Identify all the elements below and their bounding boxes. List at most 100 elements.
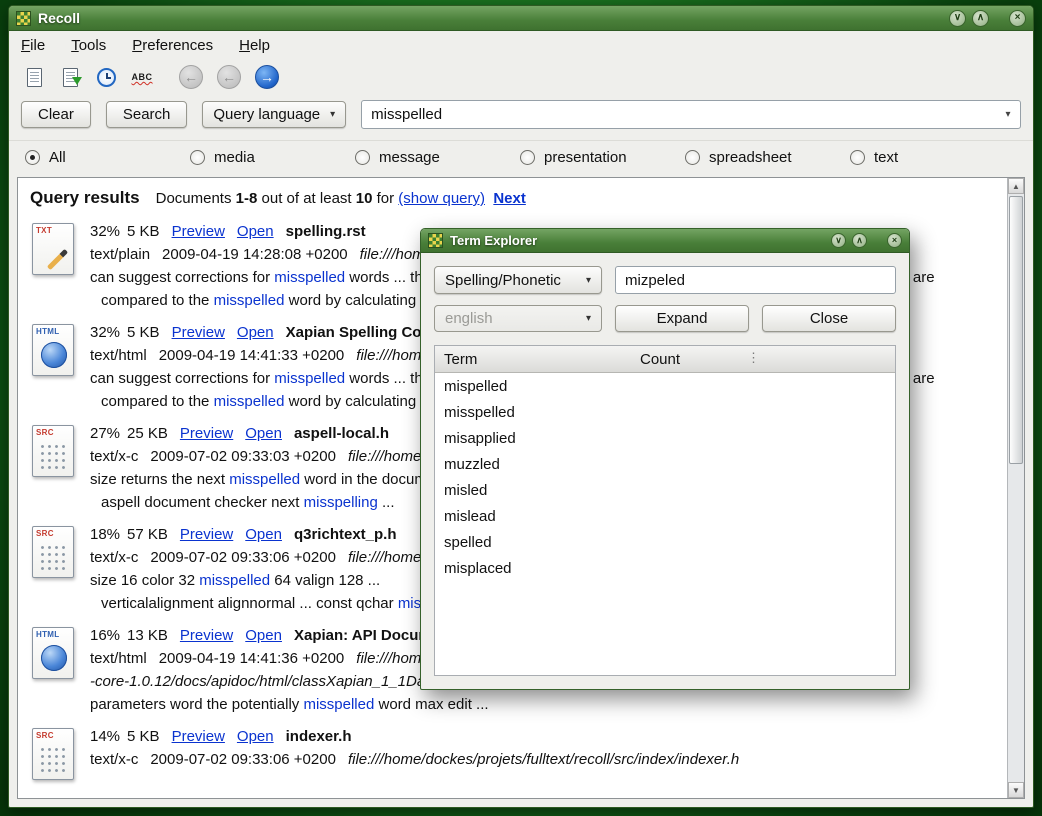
close-dialog-button[interactable]: Close (762, 305, 896, 332)
expand-button[interactable]: Expand (615, 305, 749, 332)
results-title: Query results (30, 188, 140, 208)
language-value: english (445, 310, 493, 327)
search-button[interactable]: Search (106, 101, 188, 128)
clear-button[interactable]: Clear (21, 101, 91, 128)
mime-type: text/x-c (90, 751, 138, 768)
term-explorer-input[interactable] (615, 266, 896, 294)
results-scrollbar[interactable]: ▲ ▼ (1007, 178, 1024, 798)
scrollbar-thumb[interactable] (1009, 196, 1023, 464)
shade-button[interactable]: ∨ (949, 10, 966, 27)
term-match-type-value: Spelling/Phonetic (445, 272, 561, 289)
filter-radio[interactable]: presentation (520, 149, 685, 166)
term-match-type-select[interactable]: Spelling/Phonetic ▾ (434, 266, 602, 294)
next-page-button[interactable]: → (255, 65, 279, 89)
spellcheck-button[interactable]: ABC (127, 63, 157, 91)
close-button[interactable]: × (1009, 10, 1026, 27)
maximize-button[interactable]: ∧ (972, 10, 989, 27)
filter-label: spreadsheet (709, 149, 792, 166)
summary-total: 10 (356, 190, 373, 207)
file-size: 5 KB (127, 223, 160, 240)
header-handle-icon: ⋮ (747, 350, 760, 366)
preview-link[interactable]: Preview (172, 223, 225, 240)
term-row[interactable]: muzzled (435, 451, 895, 477)
count-column-header[interactable]: Count (640, 351, 895, 368)
chevron-down-icon[interactable]: ▾ (996, 109, 1020, 120)
relevance-percent: 18% (90, 526, 120, 543)
show-query-link[interactable]: (show query) (398, 190, 485, 207)
result-date: 2009-04-19 14:28:08 +0200 (162, 246, 348, 263)
relevance-percent: 27% (90, 425, 120, 442)
term-row[interactable]: mislead (435, 503, 895, 529)
term-cell: misled (435, 482, 640, 499)
open-link[interactable]: Open (245, 425, 282, 442)
scroll-down-button[interactable]: ▼ (1008, 782, 1024, 798)
query-language-select[interactable]: Query language ▾ (202, 101, 346, 128)
document-type-icon (32, 223, 74, 275)
filter-radio[interactable]: text (850, 149, 1015, 166)
search-query-combobox[interactable]: ▾ (361, 100, 1021, 129)
preview-link[interactable]: Preview (180, 526, 233, 543)
filter-label: media (214, 149, 255, 166)
document-type-icon (32, 526, 74, 578)
recoll-app-icon (16, 11, 31, 26)
dialog-titlebar[interactable]: Term Explorer ∨ ∧ × (421, 229, 909, 253)
menu-help[interactable]: Help (239, 37, 270, 54)
term-cell: misplaced (435, 560, 640, 577)
window-titlebar[interactable]: Recoll ∨ ∧ × (9, 6, 1033, 31)
preview-link[interactable]: Preview (180, 627, 233, 644)
open-link[interactable]: Open (237, 728, 274, 745)
menu-preferences[interactable]: Preferences (132, 37, 213, 54)
term-cell: misapplied (435, 430, 640, 447)
menu-tools[interactable]: Tools (71, 37, 106, 54)
term-cell: mislead (435, 508, 640, 525)
result-item: 14%5 KBPreviewOpenindexer.h text/x-c2009… (30, 725, 994, 780)
preview-link[interactable]: Preview (180, 425, 233, 442)
dialog-title: Term Explorer (450, 233, 537, 248)
arrow-right-icon: → (260, 69, 274, 85)
term-column-header[interactable]: Term (435, 351, 640, 368)
filter-radio[interactable]: spreadsheet (685, 149, 850, 166)
open-link[interactable]: Open (237, 324, 274, 341)
dialog-maximize-button[interactable]: ∧ (852, 233, 867, 248)
open-link[interactable]: Open (237, 223, 274, 240)
radio-icon (355, 150, 370, 165)
term-cell: spelled (435, 534, 640, 551)
filter-radio[interactable]: message (355, 149, 520, 166)
result-date: 2009-04-19 14:41:36 +0200 (159, 650, 345, 667)
filter-radio[interactable]: media (190, 149, 355, 166)
arrow-left-icon: ← (222, 69, 236, 85)
relevance-percent: 32% (90, 223, 120, 240)
dialog-shade-button[interactable]: ∨ (831, 233, 846, 248)
file-size: 57 KB (127, 526, 168, 543)
term-row[interactable]: mispelled (435, 373, 895, 399)
term-row[interactable]: spelled (435, 529, 895, 555)
scroll-up-button[interactable]: ▲ (1008, 178, 1024, 194)
chevron-down-icon: ▾ (586, 275, 591, 286)
result-title: indexer.h (286, 728, 352, 745)
radio-icon (685, 150, 700, 165)
preview-link[interactable]: Preview (172, 324, 225, 341)
term-row[interactable]: misapplied (435, 425, 895, 451)
open-link[interactable]: Open (245, 627, 282, 644)
erase-search-button[interactable] (19, 63, 49, 91)
open-link[interactable]: Open (245, 526, 282, 543)
result-title: aspell-local.h (294, 425, 389, 442)
summary-infix: out of at least (262, 190, 352, 207)
preview-link[interactable]: Preview (172, 728, 225, 745)
menu-file[interactable]: File (21, 37, 45, 54)
mime-type: text/html (90, 650, 147, 667)
term-row[interactable]: misled (435, 477, 895, 503)
filter-radio[interactable]: All (25, 149, 190, 166)
search-query-input[interactable] (362, 101, 996, 128)
save-search-button[interactable] (55, 63, 85, 91)
term-row[interactable]: misspelled (435, 399, 895, 425)
result-date: 2009-07-02 09:33:06 +0200 (150, 549, 336, 566)
menu-bar: File Tools Preferences Help (9, 31, 1033, 59)
history-button[interactable] (91, 63, 121, 91)
filter-label: presentation (544, 149, 627, 166)
dialog-close-button[interactable]: × (887, 233, 902, 248)
next-page-link[interactable]: Next (493, 190, 526, 207)
document-import-icon (63, 68, 78, 87)
term-row[interactable]: misplaced (435, 555, 895, 581)
document-type-filter-row: All media message presentation (9, 140, 1033, 177)
